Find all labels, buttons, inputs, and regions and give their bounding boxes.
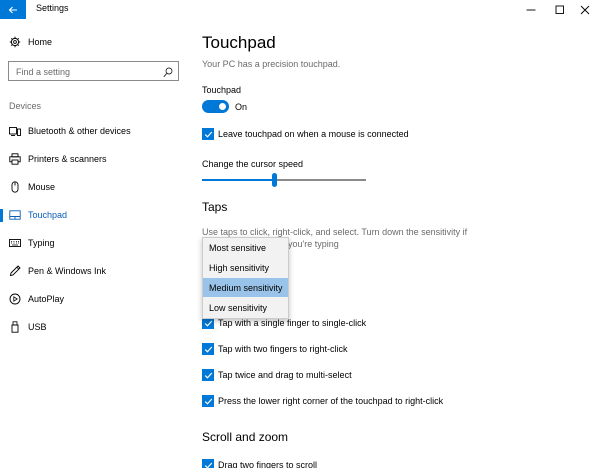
checkbox-label: Tap twice and drag to multi-select (218, 370, 352, 380)
autoplay-icon (9, 293, 21, 305)
sidebar-item-printers[interactable]: Printers & scanners (0, 146, 190, 172)
scroll-zoom-section-title: Scroll and zoom (202, 430, 289, 444)
sensitivity-option[interactable]: High sensitivity (203, 258, 288, 277)
sidebar-item-label: Typing (28, 238, 55, 248)
checkbox-label: Tap with two fingers to right-click (218, 344, 348, 354)
sidebar-item-label: USB (28, 322, 47, 332)
arrow-left-icon (8, 6, 17, 13)
checkbox-label: Drag two fingers to scroll (218, 460, 318, 468)
sidebar-item-touchpad[interactable]: Touchpad (0, 202, 190, 228)
sidebar-item-label: Pen & Windows Ink (28, 266, 107, 276)
main-content: Touchpad Your PC has a precision touchpa… (202, 19, 600, 468)
maximize-icon (555, 5, 564, 14)
app-title: Settings (36, 3, 69, 13)
sidebar-item-usb[interactable]: USB (0, 314, 190, 340)
sidebar-item-mouse[interactable]: Mouse (0, 174, 190, 200)
sensitivity-option[interactable]: Most sensitive (203, 238, 288, 257)
leave-touchpad-on-checkbox-row[interactable]: Leave touchpad on when a mouse is connec… (202, 127, 409, 141)
checkmark-icon (204, 346, 212, 353)
sidebar-item-typing[interactable]: Typing (0, 230, 190, 256)
printer-icon (9, 153, 21, 165)
sidebar: Home Devices Bluetooth & other devices (0, 19, 190, 468)
checkmark-icon (204, 462, 212, 468)
mouse-icon (9, 181, 21, 193)
usb-icon (9, 321, 21, 333)
section-label-devices: Devices (9, 101, 42, 111)
checkmark-icon (204, 320, 212, 327)
tap-twice-drag-checkbox[interactable] (202, 369, 214, 381)
page-subtitle: Your PC has a precision touchpad. (202, 59, 341, 69)
toggle-knob (219, 103, 226, 110)
gear-icon (9, 36, 21, 48)
sensitivity-option-selected[interactable]: Medium sensitivity (203, 278, 288, 297)
checkmark-icon (204, 131, 212, 138)
sidebar-item-pen[interactable]: Pen & Windows Ink (0, 258, 190, 284)
taps-section-title: Taps (202, 200, 228, 214)
search-input[interactable] (9, 63, 159, 81)
lower-right-corner-checkbox-row[interactable]: Press the lower right corner of the touc… (202, 394, 443, 408)
minimize-button[interactable] (516, 0, 546, 19)
bluetooth-device-icon (9, 125, 21, 137)
sensitivity-dropdown-list[interactable]: Most sensitive High sensitivity Medium s… (202, 237, 289, 319)
drag-two-fingers-checkbox-row[interactable]: Drag two fingers to scroll (202, 458, 317, 468)
sidebar-item-label: Mouse (28, 182, 56, 192)
sidebar-item-bluetooth[interactable]: Bluetooth & other devices (0, 118, 190, 144)
cursor-speed-label: Change the cursor speed (202, 159, 304, 169)
tap-two-fingers-checkbox[interactable] (202, 343, 214, 355)
sidebar-item-label: Touchpad (28, 210, 68, 220)
minimize-icon (526, 9, 536, 10)
touchpad-icon (9, 209, 21, 221)
title-bar: Settings (0, 0, 600, 19)
tap-two-fingers-checkbox-row[interactable]: Tap with two fingers to right-click (202, 342, 348, 356)
touchpad-toggle[interactable] (202, 100, 229, 113)
close-button[interactable] (570, 0, 600, 19)
sidebar-item-label: Printers & scanners (28, 154, 107, 164)
tap-twice-drag-checkbox-row[interactable]: Tap twice and drag to multi-select (202, 368, 352, 382)
touchpad-label: Touchpad (202, 85, 242, 95)
sidebar-item-home[interactable]: Home (0, 29, 190, 55)
toggle-state-label: On (235, 102, 248, 112)
checkbox-label: Tap with a single finger to single-click (218, 318, 367, 328)
checkmark-icon (204, 372, 212, 379)
slider-thumb[interactable] (271, 173, 277, 187)
pen-icon (9, 265, 21, 277)
sidebar-item-label: Bluetooth & other devices (28, 126, 131, 136)
sensitivity-option[interactable]: Low sensitivity (203, 298, 288, 317)
close-icon (580, 5, 590, 14)
back-button[interactable] (0, 0, 26, 19)
search-box[interactable] (8, 61, 179, 81)
page-title: Touchpad (202, 33, 276, 52)
active-indicator (0, 208, 3, 222)
checkbox-label: Press the lower right corner of the touc… (218, 396, 444, 406)
drag-two-fingers-checkbox[interactable] (202, 459, 214, 468)
search-icon[interactable] (163, 65, 173, 83)
keyboard-icon (9, 237, 21, 249)
cursor-speed-slider[interactable] (202, 173, 366, 187)
lower-right-corner-checkbox[interactable] (202, 395, 214, 407)
sidebar-item-label: Home (28, 37, 53, 47)
sidebar-item-autoplay[interactable]: AutoPlay (0, 286, 190, 312)
slider-fill (202, 179, 275, 181)
checkbox-label: Leave touchpad on when a mouse is connec… (218, 129, 409, 139)
sidebar-item-label: AutoPlay (28, 294, 65, 304)
checkmark-icon (204, 398, 212, 405)
leave-touchpad-on-checkbox[interactable] (202, 128, 214, 140)
